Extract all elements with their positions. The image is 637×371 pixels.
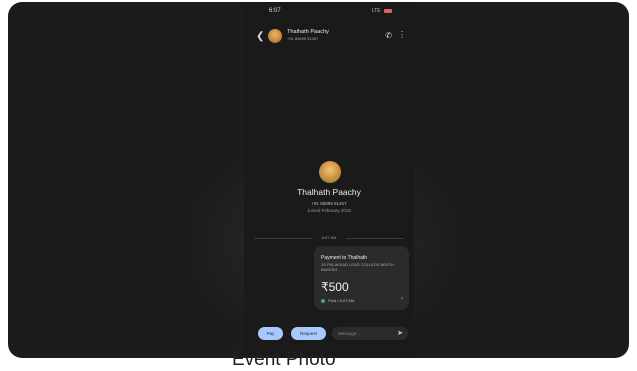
action-bar: Pay Request Message... ➤ xyxy=(254,327,409,341)
payment-note: JO PALAKKAD LEAD COLLEGE ABUTH BAKESH xyxy=(321,262,395,272)
phone-icon[interactable]: ✆ xyxy=(385,31,392,40)
profile-joined: Joined February 2019 xyxy=(307,208,351,213)
message-input[interactable]: Message... ➤ xyxy=(332,327,408,340)
profile-avatar[interactable] xyxy=(319,161,341,183)
contact-phone: +91 85899 91457 xyxy=(287,36,319,41)
pay-button[interactable]: Pay xyxy=(258,327,283,340)
caption: Event Photo xyxy=(232,349,336,370)
divider-line-right xyxy=(346,238,404,239)
request-button[interactable]: Request xyxy=(291,327,326,340)
more-vert-icon[interactable]: ⋮ xyxy=(398,30,406,39)
chat-header: ❮ Thalhath Paachy +91 85899 91457 ✆ ⋮ xyxy=(244,26,414,50)
contact-name[interactable]: Thalhath Paachy xyxy=(287,29,329,35)
status-time: 6:07 xyxy=(269,8,281,14)
check-icon xyxy=(321,298,325,303)
phone-screen: 6:07 LTE ❮ Thalhath Paachy +91 85899 914… xyxy=(244,2,414,358)
battery-icon xyxy=(384,8,392,13)
send-icon[interactable]: ➤ xyxy=(397,329,403,337)
payment-status: Paid • 6:07 AM xyxy=(321,298,354,303)
arrow-left-icon[interactable]: ❮ xyxy=(256,31,264,42)
payment-title: Payment to Thalhath xyxy=(321,255,368,261)
payment-status-text: Paid • 6:07 AM xyxy=(328,298,355,303)
timestamp-divider: 6:07 AM xyxy=(254,235,404,241)
status-indicators: LTE xyxy=(372,8,392,14)
screenshot-card: 6:07 LTE ❮ Thalhath Paachy +91 85899 914… xyxy=(8,2,629,358)
message-placeholder: Message... xyxy=(338,331,361,336)
avatar[interactable] xyxy=(268,29,282,43)
status-bar: 6:07 LTE xyxy=(244,8,414,18)
payment-card[interactable]: Payment to Thalhath JO PALAKKAD LEAD COL… xyxy=(314,246,409,310)
profile-phone: +91 85899 91457 xyxy=(311,201,347,206)
chevron-right-icon[interactable]: › xyxy=(401,296,403,302)
profile-name: Thalhath Paachy xyxy=(297,187,361,197)
network-label: LTE xyxy=(371,8,381,14)
payment-amount: ₹500 xyxy=(321,280,349,294)
